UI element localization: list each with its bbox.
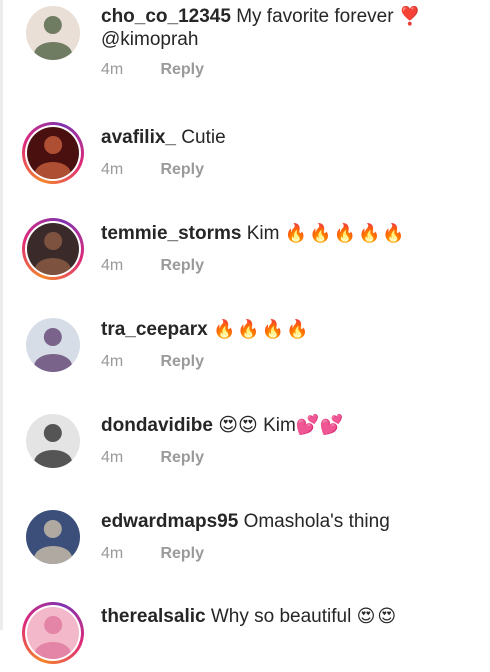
fire-icon: 🔥🔥🔥🔥 (212, 319, 311, 339)
comment-time: 4m (101, 353, 124, 370)
avatar-image (26, 6, 80, 60)
comment-time: 4m (101, 61, 124, 78)
comment-text: My favorite forever (236, 6, 394, 27)
comment-username[interactable]: avafilix_ (101, 127, 176, 148)
comment-row: edwardmaps95 Omashola's thing 4m Reply (0, 480, 490, 576)
avatar-image (27, 223, 79, 275)
reply-button[interactable]: Reply (160, 353, 204, 370)
comment-text: 😍😍 Kim💕💕 (218, 415, 344, 436)
avatar-image (27, 127, 79, 179)
reply-button[interactable]: Reply (160, 257, 204, 274)
avatar[interactable] (22, 122, 84, 184)
reply-button[interactable]: Reply (160, 545, 204, 562)
reply-button[interactable]: Reply (160, 61, 204, 78)
fire-icon: 🔥🔥🔥🔥🔥 (284, 223, 407, 243)
avatar-image (26, 318, 80, 372)
comment-username[interactable]: tra_ceeparx (101, 319, 208, 340)
avatar[interactable] (26, 414, 80, 468)
comment-mention[interactable]: @kimoprah (101, 29, 198, 50)
avatar[interactable] (22, 218, 84, 280)
comment-username[interactable]: therealsalic (101, 606, 206, 627)
comment-time: 4m (101, 257, 124, 274)
comment-row: cho_co_12345 My favorite forever ❣️ @kim… (0, 0, 490, 96)
comment-time: 4m (101, 545, 124, 562)
comment-row: therealsalic Why so beautiful 😍😍 (0, 576, 490, 672)
comment-username[interactable]: edwardmaps95 (101, 511, 238, 532)
heart-eyes-icon: 😍😍 (356, 606, 399, 626)
comment-row: temmie_storms Kim 🔥🔥🔥🔥🔥 4m Reply (0, 192, 490, 288)
comment-time: 4m (101, 161, 124, 178)
comment-text: Omashola's thing (243, 511, 390, 532)
comment-text: Cutie (181, 127, 226, 148)
comment-username[interactable]: temmie_storms (101, 223, 241, 244)
comment-row: dondavidibe 😍😍 Kim💕💕 4m Reply (0, 384, 490, 480)
reply-button[interactable]: Reply (160, 161, 204, 178)
avatar-image (26, 414, 80, 468)
avatar-image (26, 510, 80, 564)
avatar[interactable] (22, 602, 84, 664)
comment-row: tra_ceeparx 🔥🔥🔥🔥 4m Reply (0, 288, 490, 384)
comment-username[interactable]: cho_co_12345 (101, 6, 231, 27)
avatar-image (27, 607, 79, 659)
avatar[interactable] (26, 6, 80, 60)
comment-row: avafilix_ Cutie 4m Reply (0, 96, 490, 192)
comment-username[interactable]: dondavidibe (101, 415, 213, 436)
comment-text: Why so beautiful (210, 606, 352, 627)
comment-text: Kim (246, 223, 280, 244)
avatar[interactable] (26, 510, 80, 564)
avatar[interactable] (26, 318, 80, 372)
reply-button[interactable]: Reply (160, 449, 204, 466)
comment-time: 4m (101, 449, 124, 466)
heart-exclamation-icon: ❣️ (398, 6, 424, 26)
